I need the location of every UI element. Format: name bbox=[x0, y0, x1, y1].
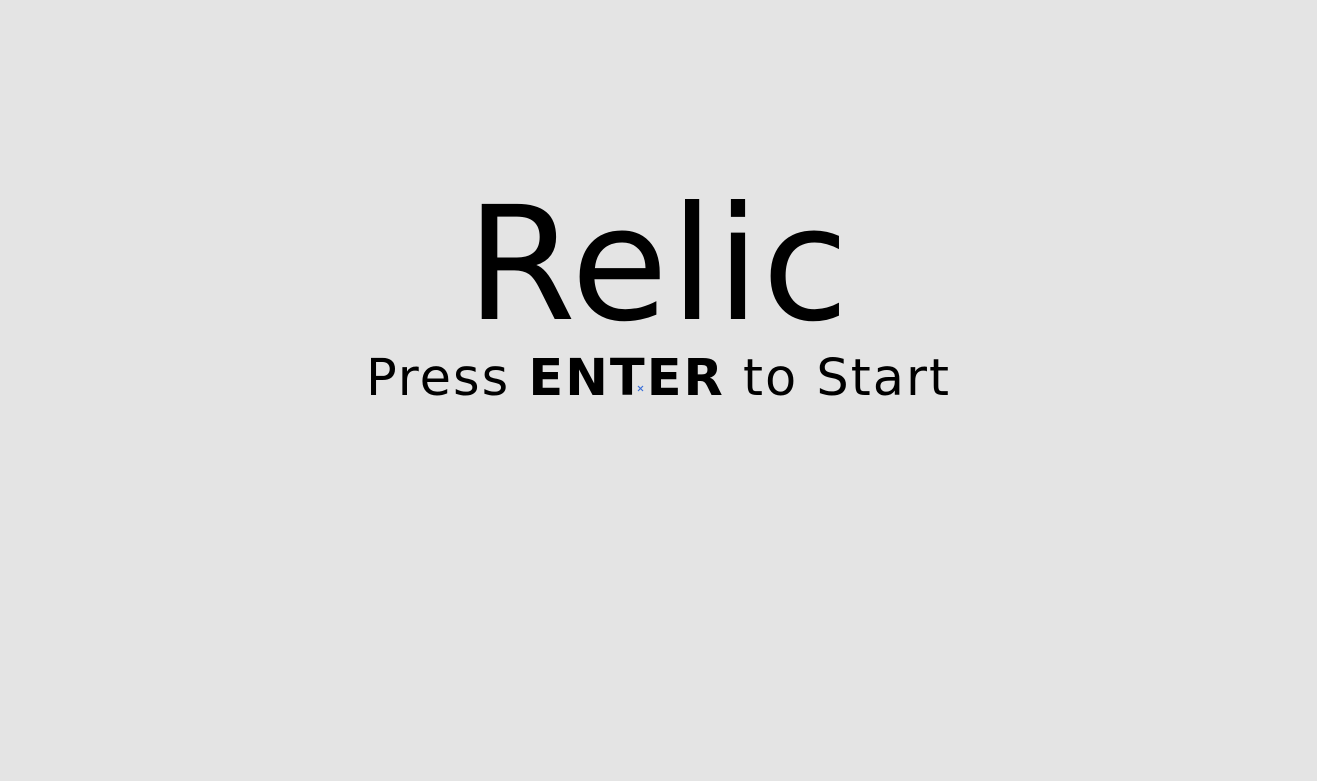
crosshair-cursor-icon bbox=[637, 385, 644, 392]
start-prompt-after: to Start bbox=[724, 349, 952, 408]
start-prompt-before: Press bbox=[365, 349, 529, 408]
start-prompt: Press ENTER to Start bbox=[0, 348, 1317, 410]
enter-key-label: ENTER bbox=[528, 349, 725, 408]
title-screen[interactable]: Relic Press ENTER to Start bbox=[0, 0, 1317, 781]
game-title: Relic bbox=[466, 173, 851, 357]
